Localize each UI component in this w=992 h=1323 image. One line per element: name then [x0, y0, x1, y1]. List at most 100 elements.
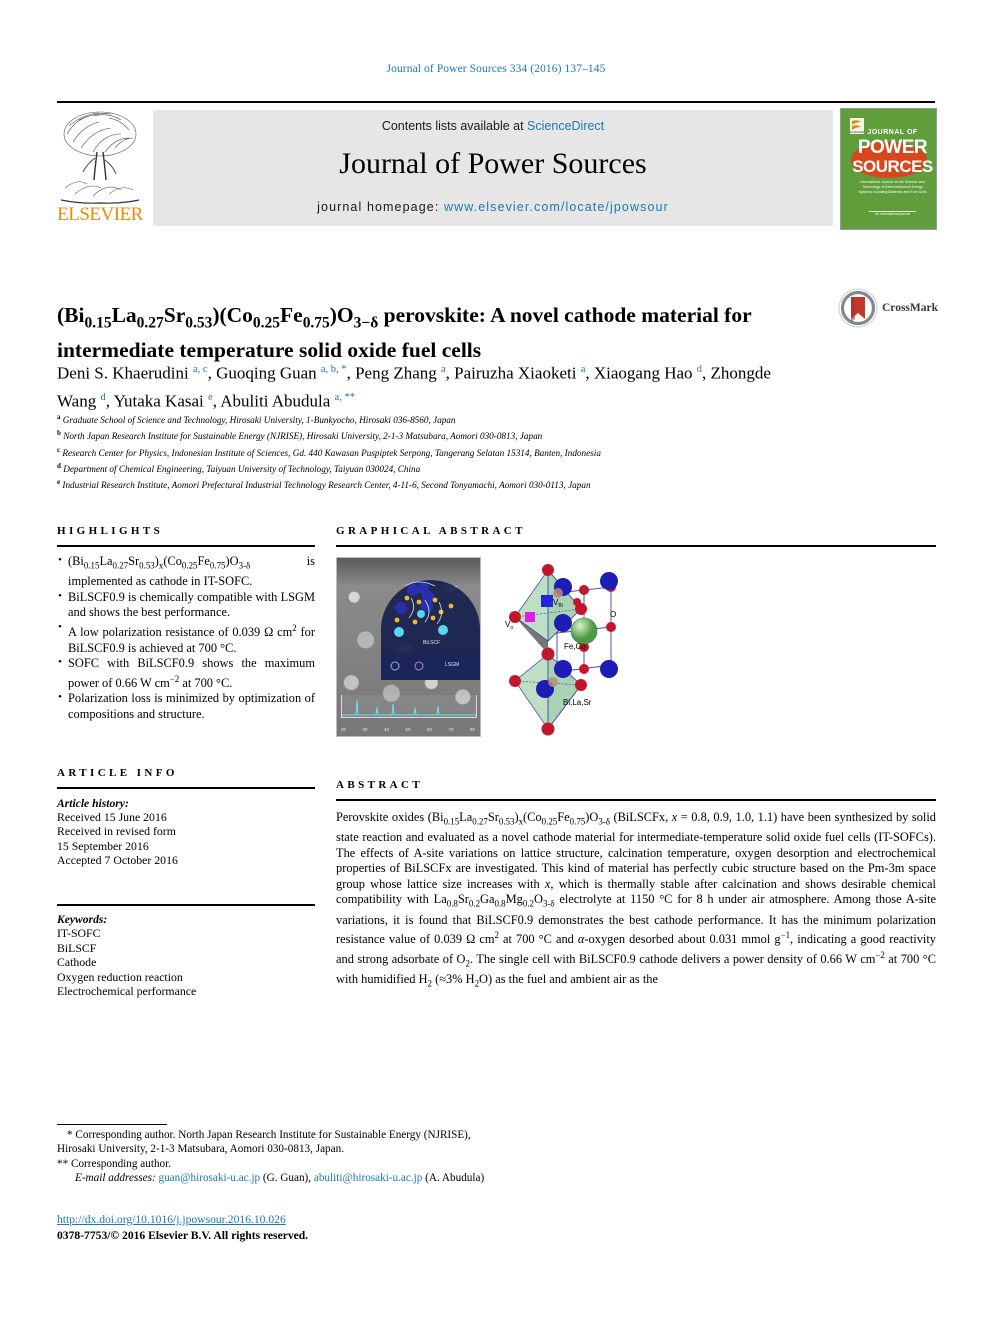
article-history-block: Article history: Received 15 June 2016 R…	[57, 789, 315, 868]
left-column: HIGHLIGHTS (Bi0.15La0.27Sr0.53)x(Co0.25F…	[57, 525, 315, 999]
right-column: GRAPHICAL ABSTRACT BiLSCF LSGM 20 30 40 …	[336, 525, 936, 992]
graphical-abstract-rule	[336, 545, 936, 547]
email-owner-abudula: (A. Abudula)	[425, 1172, 485, 1185]
affiliation-item: e Industrial Research Institute, Aomori …	[57, 476, 857, 492]
cover-inner: ELSEVIER JOURNAL OF POWER SOURCES Intern…	[845, 112, 933, 226]
crossmark-icon	[838, 288, 878, 328]
label-bilasr: Bi,La,Sr	[563, 698, 592, 707]
xrd-plot-frame	[341, 695, 477, 718]
history-item: Received 15 June 2016	[57, 809, 167, 824]
abstract-body: Perovskite oxides (Bi0.15La0.27Sr0.53)x(…	[336, 810, 936, 989]
email-label: E-mail addresses:	[75, 1172, 156, 1185]
xrd-tick: 70	[448, 727, 454, 732]
email-line: E-mail addresses: guan@hirosaki-u.ac.jp …	[75, 1172, 485, 1185]
homepage-prefix: journal homepage:	[317, 200, 444, 214]
history-item: 15 September 2016	[57, 838, 149, 853]
elsevier-logo: ELSEVIER	[57, 108, 143, 228]
keyword-item: BiLSCF	[57, 940, 97, 955]
sciencedirect-link[interactable]: ScienceDirect	[527, 119, 604, 133]
affiliation-text: Research Center for Physics, Indonesian …	[62, 447, 601, 458]
journal-title: Journal of Power Sources	[339, 147, 647, 180]
keyword-item: Electrochemical performance	[57, 984, 197, 999]
doi-link[interactable]: http://dx.doi.org/10.1016/j.jpowsour.201…	[57, 1213, 286, 1226]
email-link-abudula[interactable]: abuliti@hirosaki-u.ac.jp	[314, 1172, 422, 1184]
author-list: Deni S. Khaerudini a, c, Guoqing Guan a,…	[57, 363, 771, 411]
masthead-top-rule	[57, 101, 935, 103]
keywords-label: Keywords:	[57, 913, 108, 927]
email-owner-guan: (G. Guan)	[262, 1172, 309, 1185]
sem-electrolyte-label: LSGM	[445, 662, 460, 668]
affiliation-text: Industrial Research Institute, Aomori Pr…	[62, 480, 591, 491]
abstract-heading: ABSTRACT	[336, 779, 424, 791]
page-title: (Bi0.15La0.27Sr0.53)(Co0.25Fe0.75)O3−δ p…	[57, 303, 752, 362]
highlights-heading: HIGHLIGHTS	[57, 525, 164, 537]
list-item: (Bi0.15La0.27Sr0.53)x(Co0.25Fe0.75)O3-δ …	[57, 553, 315, 590]
contents-banner: Contents lists available at ScienceDirec…	[153, 110, 833, 226]
keywords-block: Keywords: IT-SOFC BiLSCF Cathode Oxygen …	[57, 906, 315, 999]
xrd-tick: 20	[341, 727, 347, 732]
article-info-heading: ARTICLE INFO	[57, 766, 178, 779]
label-o: O	[610, 610, 616, 619]
cover-line1: JOURNAL OF	[867, 129, 918, 136]
list-item: SOFC with BiLSCF0.9 shows the maximum po…	[57, 655, 315, 691]
copyright-line: 0378-7753/© 2016 Elsevier B.V. All right…	[57, 1229, 309, 1242]
affiliation-text: North Japan Research Institute for Susta…	[63, 431, 543, 442]
email-link-guan[interactable]: guan@hirosaki-u.ac.jp	[158, 1172, 260, 1184]
article-first-page: Journal of Power Sources 334 (2016) 137–…	[0, 0, 992, 1323]
cover-line2: POWER	[857, 137, 928, 158]
affiliation-text: Department of Chemical Engineering, Taiy…	[63, 463, 421, 474]
affiliation-list: a Graduate School of Science and Technol…	[57, 411, 857, 492]
sem-micrograph: BiLSCF LSGM 20 30 40 50 60 70 80	[336, 557, 481, 737]
list-item: Polarization loss is minimized by optimi…	[57, 690, 315, 722]
contents-prefix: Contents lists available at	[381, 119, 528, 133]
label-feco: Fe,Co	[564, 642, 586, 651]
crystal-structure-diagram: Vo VBi O Fe,Co Bi,La,Sr	[491, 557, 661, 739]
sem-vacancy-icons	[390, 661, 424, 671]
graphical-abstract-heading: GRAPHICAL ABSTRACT	[336, 525, 526, 537]
keyword-item: Oxygen reduction reaction	[57, 969, 183, 984]
sem-cathode-label: BiLSCF	[423, 640, 441, 646]
footnote-block: * Corresponding author. North Japan Rese…	[57, 1128, 487, 1186]
keyword-item: Cathode	[57, 955, 97, 970]
affiliation-marker: e	[57, 478, 61, 487]
affiliation-text: Graduate School of Science and Technolog…	[62, 415, 456, 426]
running-head: Journal of Power Sources 334 (2016) 137–…	[386, 63, 606, 75]
affiliation-marker: a	[57, 413, 61, 421]
corresponding-author-1: * Corresponding author. North Japan Rese…	[57, 1129, 471, 1156]
elsevier-wordmark: ELSEVIER	[57, 204, 143, 225]
crossmark-badge[interactable]: CrossMark	[838, 288, 938, 330]
graphical-abstract-figure: BiLSCF LSGM 20 30 40 50 60 70 80 Vo VBi …	[336, 557, 936, 739]
journal-cover-image: ELSEVIER JOURNAL OF POWER SOURCES Intern…	[840, 108, 937, 230]
affiliation-item: c Research Center for Physics, Indonesia…	[57, 444, 857, 460]
xrd-tick: 40	[383, 727, 390, 732]
elsevier-tree-icon	[59, 108, 141, 204]
list-item: A low polarization resistance of 0.039 Ω…	[57, 620, 315, 656]
masthead: ELSEVIER Contents lists available at Sci…	[57, 108, 937, 230]
homepage-line: journal homepage: www.elsevier.com/locat…	[153, 200, 833, 214]
cover-subtitle: International Journal on the Science and…	[858, 180, 927, 194]
history-item: Accepted 7 October 2016	[57, 853, 178, 868]
affiliation-marker: c	[57, 445, 61, 454]
history-item: Received in revised form	[57, 824, 176, 839]
xrd-tick: 50	[405, 727, 411, 732]
cover-line3: SOURCES	[852, 157, 933, 176]
xrd-trace	[342, 699, 476, 716]
xrd-tick: 80	[469, 727, 475, 732]
xrd-tick: 60	[426, 727, 432, 732]
cover-bottom-text: An international journal	[875, 212, 910, 216]
crossmark-label: CrossMark	[882, 302, 939, 314]
journal-homepage-link[interactable]: www.elsevier.com/locate/jpowsour	[444, 200, 669, 214]
list-item: BiLSCF0.9 is chemically compatible with …	[57, 589, 315, 621]
corresponding-author-2: ** Corresponding author.	[57, 1157, 172, 1170]
article-history-label: Article history:	[57, 796, 129, 810]
contents-line: Contents lists available at ScienceDirec…	[153, 119, 833, 133]
footnote-rule	[57, 1124, 167, 1125]
affiliation-marker: d	[57, 461, 61, 470]
highlights-list: (Bi0.15La0.27Sr0.53)x(Co0.25Fe0.75)O3-δ …	[57, 547, 315, 723]
doi-block: http://dx.doi.org/10.1016/j.jpowsour.201…	[57, 1212, 557, 1244]
affiliation-item: d Department of Chemical Engineering, Ta…	[57, 460, 857, 476]
affiliation-item: a Graduate School of Science and Technol…	[57, 411, 857, 427]
keyword-item: IT-SOFC	[57, 926, 101, 941]
xrd-tick: 30	[362, 727, 368, 732]
